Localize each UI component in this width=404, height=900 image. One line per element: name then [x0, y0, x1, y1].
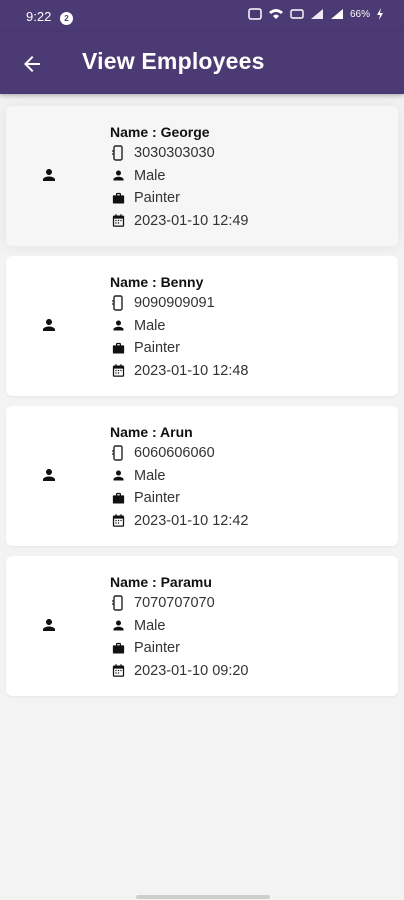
phone-icon	[112, 295, 123, 311]
employee-gender: Male	[134, 167, 166, 184]
date-row: 2023-01-10 12:42	[110, 510, 249, 533]
phone-icon	[112, 445, 123, 461]
employee-info: Name : Benny 9090909091 Male Painter 202…	[110, 272, 249, 382]
wifi-icon	[268, 9, 283, 19]
employee-list: Name : George 3030303030 Male Painter 20…	[6, 106, 398, 706]
page-title: View Employees	[82, 48, 265, 74]
gender-row: Male	[110, 315, 249, 338]
employee-phone: 7070707070	[134, 595, 215, 612]
employee-job: Painter	[134, 640, 180, 657]
job-row: Painter	[110, 487, 249, 510]
phone-row: 7070707070	[110, 592, 249, 615]
employee-gender: Male	[134, 617, 166, 634]
briefcase-icon	[112, 492, 124, 504]
employee-info: Name : George 3030303030 Male Painter 20…	[110, 122, 249, 232]
battery-charging-icon	[377, 8, 383, 20]
status-icons: 66%	[248, 8, 384, 20]
employee-gender: Male	[134, 317, 166, 334]
employee-job: Painter	[134, 490, 180, 507]
briefcase-icon	[112, 342, 124, 354]
gender-row: Male	[110, 615, 249, 638]
employee-phone: 6060606060	[134, 445, 215, 462]
employee-name: Name : Arun	[110, 424, 193, 440]
phone-row: 9090909091	[110, 292, 249, 315]
person-icon	[113, 470, 123, 481]
calendar-icon	[112, 514, 124, 527]
date-row: 2023-01-10 12:49	[110, 210, 249, 233]
employee-info: Name : Arun 6060606060 Male Painter 2023…	[110, 422, 249, 532]
date-row: 2023-01-10 12:48	[110, 360, 249, 383]
employee-card[interactable]: Name : Benny 9090909091 Male Painter 202…	[6, 256, 398, 396]
battery-percent: 66%	[349, 8, 370, 20]
notification-badge: 2	[60, 12, 73, 25]
employee-card[interactable]: Name : Arun 6060606060 Male Painter 2023…	[6, 406, 398, 546]
employee-job: Painter	[134, 340, 180, 357]
employee-date: 2023-01-10 12:42	[134, 512, 249, 529]
employee-card[interactable]: Name : Paramu 7070707070 Male Painter 20…	[6, 556, 398, 696]
employee-name: Name : George	[110, 124, 210, 140]
person-icon	[113, 320, 123, 331]
person-icon	[43, 169, 55, 181]
gender-row: Male	[110, 165, 249, 188]
person-icon	[113, 620, 123, 631]
employee-name: Name : Benny	[110, 274, 204, 290]
briefcase-icon	[112, 192, 124, 204]
calendar-icon	[112, 214, 124, 227]
employee-date: 2023-01-10 09:20	[134, 662, 249, 679]
employee-job: Painter	[134, 190, 180, 207]
job-row: Painter	[110, 337, 249, 360]
nfc-icon	[248, 8, 262, 20]
phone-icon	[112, 595, 123, 611]
home-indicator[interactable]	[136, 895, 270, 899]
calendar-icon	[112, 664, 124, 677]
employee-gender: Male	[134, 467, 166, 484]
person-icon	[43, 319, 55, 331]
signal-icon	[310, 9, 323, 19]
phone-row: 3030303030	[110, 142, 249, 165]
employee-phone: 9090909091	[134, 295, 215, 312]
status-time: 9:22	[26, 9, 52, 24]
briefcase-icon	[112, 642, 124, 654]
employee-phone: 3030303030	[134, 145, 215, 162]
date-row: 2023-01-10 09:20	[110, 660, 249, 683]
app-bar: View Employees	[0, 32, 404, 94]
arrow-left-icon[interactable]	[20, 52, 44, 76]
signal-icon-2	[330, 9, 343, 19]
employee-date: 2023-01-10 12:48	[134, 362, 249, 379]
person-icon	[43, 619, 55, 631]
person-icon	[43, 469, 55, 481]
employee-name: Name : Paramu	[110, 574, 212, 590]
employee-info: Name : Paramu 7070707070 Male Painter 20…	[110, 572, 249, 682]
job-row: Painter	[110, 187, 249, 210]
gender-row: Male	[110, 465, 249, 488]
phone-row: 6060606060	[110, 442, 249, 465]
employee-date: 2023-01-10 12:49	[134, 212, 249, 229]
person-icon	[113, 170, 123, 181]
phone-icon	[112, 145, 123, 161]
job-row: Painter	[110, 637, 249, 660]
calendar-icon	[112, 364, 124, 377]
employee-card[interactable]: Name : George 3030303030 Male Painter 20…	[6, 106, 398, 246]
status-bar: 9:22 2 66%	[0, 0, 404, 32]
hotspot-icon	[290, 9, 304, 19]
